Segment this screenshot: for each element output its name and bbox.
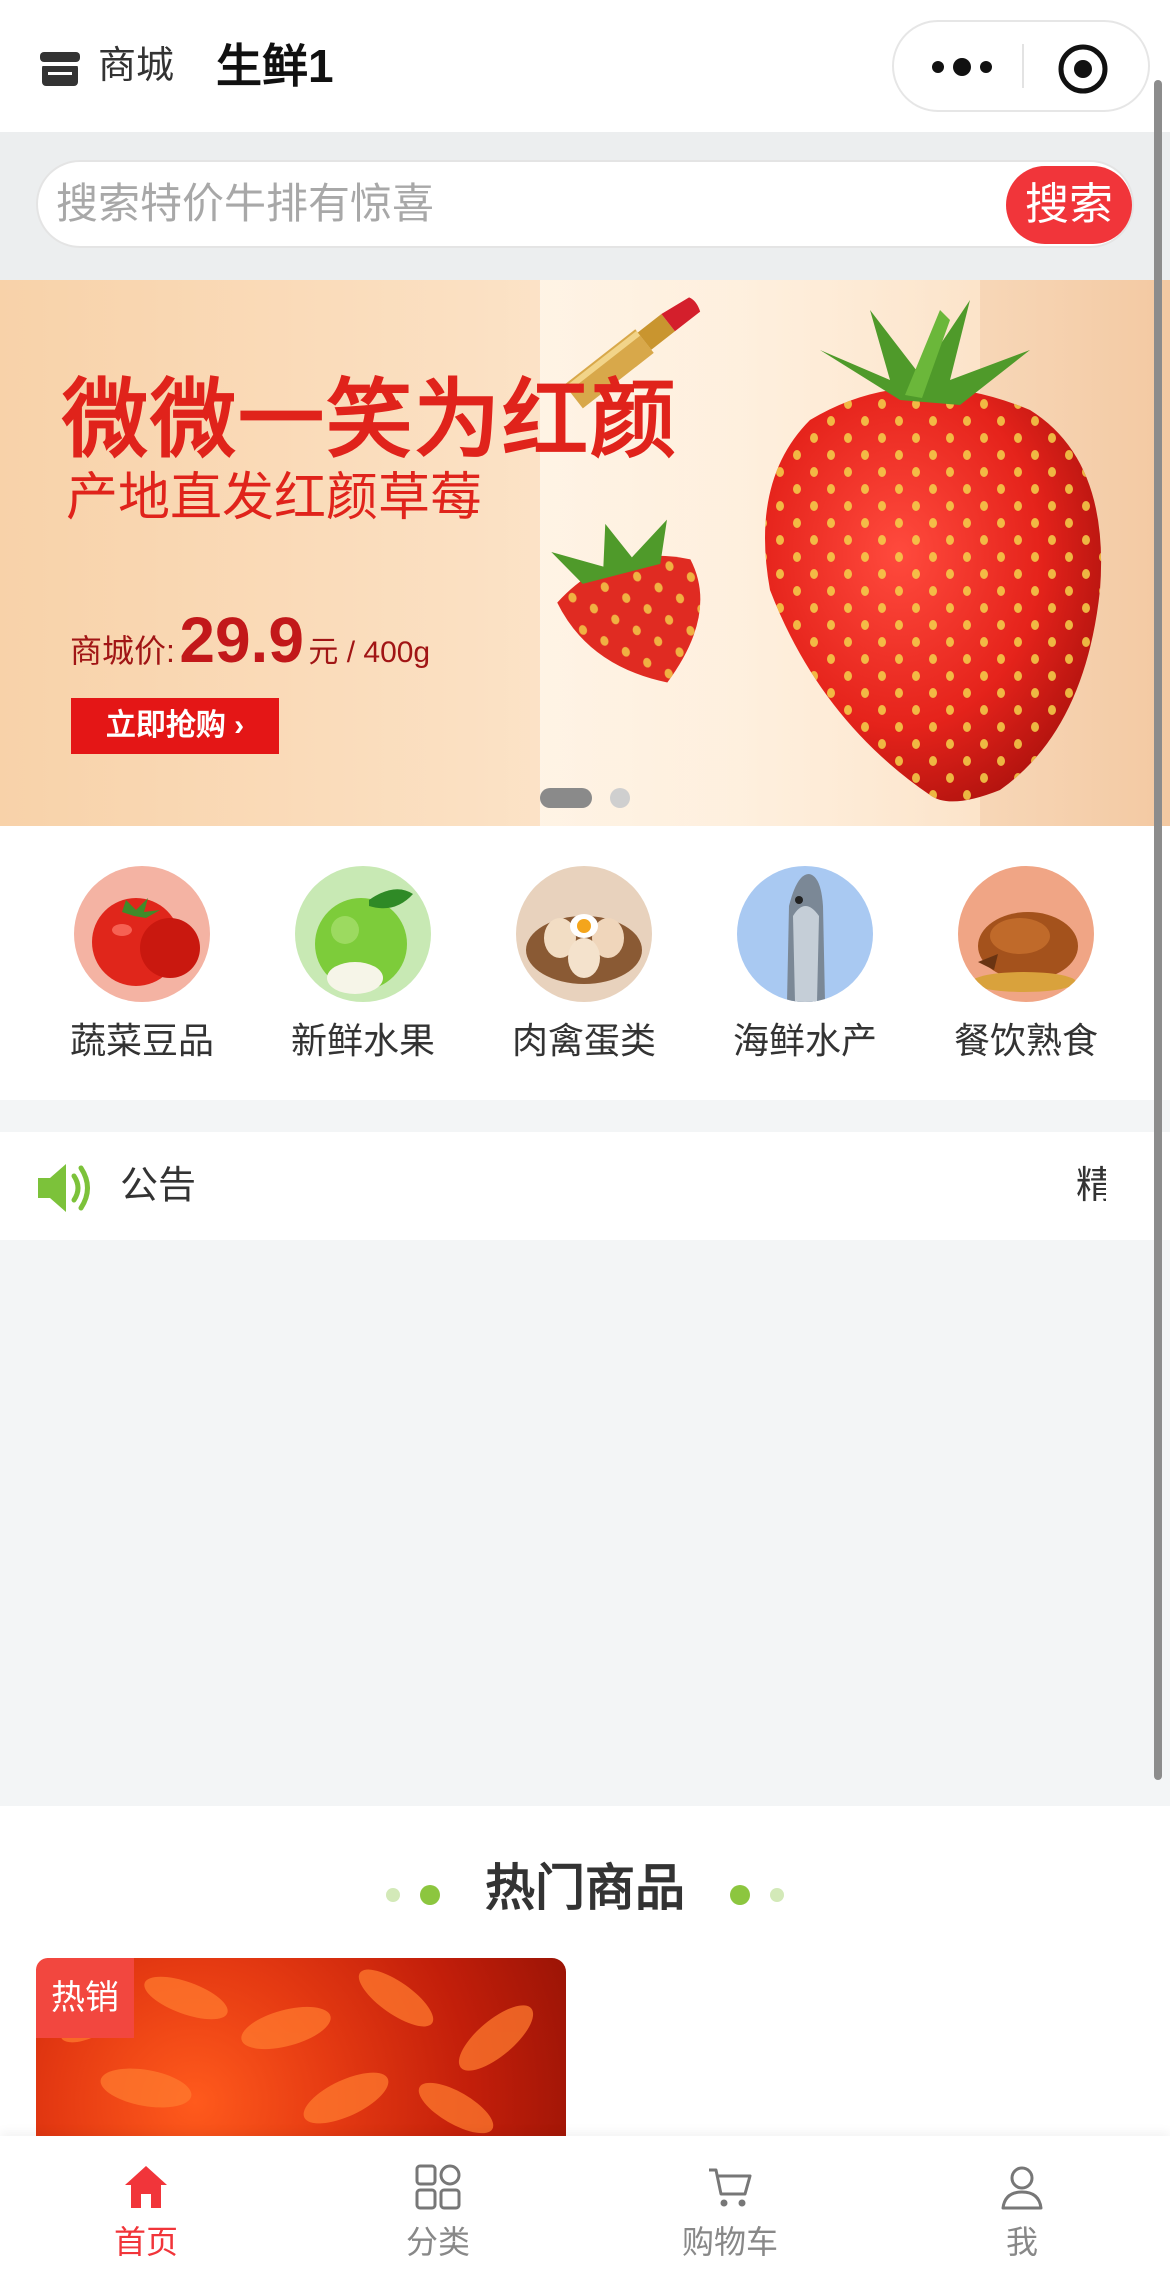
category-item-seafood[interactable]: 海鲜水产 (715, 866, 895, 1086)
home-icon (125, 2166, 167, 2208)
tab-label: 分类 (405, 2224, 470, 2260)
title-decoration-dot (770, 1888, 784, 1902)
category-label: 新鲜水果 (290, 1020, 435, 1061)
hot-sale-badge: 热销 (36, 1958, 134, 2038)
speaker-icon (38, 1164, 90, 1212)
mini-program-capsule (892, 20, 1150, 112)
tab-label: 首页 (113, 2224, 178, 2260)
page-title: 生鲜1 (216, 40, 334, 92)
small-strawberry-image (551, 519, 701, 683)
user-icon (1001, 2166, 1043, 2210)
category-item-meat-eggs[interactable]: 肉禽蛋类 (494, 866, 674, 1086)
category-grid: 蔬菜豆品 新鲜水果 肉禽蛋类 海鲜水产 餐饮熟食 (0, 826, 1170, 1100)
tab-label: 购物车 (681, 2224, 778, 2260)
search-box: 搜索 (36, 160, 1134, 248)
category-label: 海鲜水产 (732, 1020, 877, 1061)
fish-icon (737, 866, 873, 1002)
section-title: 热门商品 (485, 1860, 685, 1916)
category-label: 肉禽蛋类 (511, 1020, 656, 1061)
big-strawberry-image (765, 300, 1102, 802)
promo-banner[interactable]: 微微一笑为红颜 产地直发红颜草莓 商城价: 29.9 元 / 400g 立即抢购… (0, 280, 1170, 826)
search-input[interactable] (56, 162, 956, 246)
category-label: 蔬菜豆品 (69, 1020, 214, 1061)
notice-marquee-text: 精 (1076, 1165, 1106, 1207)
buy-now-button[interactable]: 立即抢购 › (71, 698, 279, 754)
category-item-fruits[interactable]: 新鲜水果 (273, 866, 453, 1086)
store-label[interactable]: 商城 (98, 40, 174, 92)
price-value: 29.9 (179, 604, 304, 676)
bottom-tab-bar: 首页 分类 购物车 我 (0, 2136, 1170, 2289)
hot-products-section: 热门商品 热销 (0, 1806, 1170, 2138)
price-label: 商城价: (70, 633, 175, 669)
apple-icon (295, 866, 431, 1002)
tab-category[interactable]: 分类 (292, 2136, 584, 2289)
roast-chicken-icon (958, 866, 1094, 1002)
notice-bar[interactable]: 公告 精 (0, 1132, 1170, 1240)
search-bar-area: 搜索 (0, 132, 1170, 280)
category-item-vegetables[interactable]: 蔬菜豆品 (52, 866, 232, 1086)
category-grid-icon (415, 2164, 461, 2210)
empty-content-area (0, 1240, 1170, 1806)
search-button[interactable]: 搜索 (1006, 166, 1132, 244)
category-label: 餐饮熟食 (953, 1020, 1098, 1061)
tab-label: 我 (1005, 2224, 1038, 2260)
cart-icon (709, 2168, 752, 2207)
title-decoration-dot (730, 1885, 750, 1905)
banner-title: 微微一笑为红颜 (62, 372, 678, 468)
top-navigation-bar: 商城 生鲜1 (0, 0, 1170, 132)
carousel-dot-active[interactable] (540, 788, 592, 808)
price-unit: 元 / 400g (308, 636, 431, 669)
target-close-icon[interactable] (1056, 42, 1110, 96)
tomato-icon (74, 866, 210, 1002)
more-dots-icon[interactable] (922, 42, 1002, 92)
tab-cart[interactable]: 购物车 (584, 2136, 876, 2289)
notice-label: 公告 (120, 1165, 197, 1207)
banner-price: 商城价: 29.9 元 / 400g (70, 600, 430, 698)
store-icon (40, 52, 80, 86)
banner-subtitle: 产地直发红颜草莓 (66, 469, 483, 527)
tab-me[interactable]: 我 (876, 2136, 1168, 2289)
category-item-deli[interactable]: 餐饮熟食 (936, 866, 1116, 1086)
eggs-icon (516, 866, 652, 1002)
vertical-scrollbar[interactable] (1154, 80, 1162, 1780)
capsule-divider (1022, 44, 1024, 88)
tab-home[interactable]: 首页 (0, 2136, 292, 2289)
carousel-dot[interactable] (610, 788, 630, 808)
